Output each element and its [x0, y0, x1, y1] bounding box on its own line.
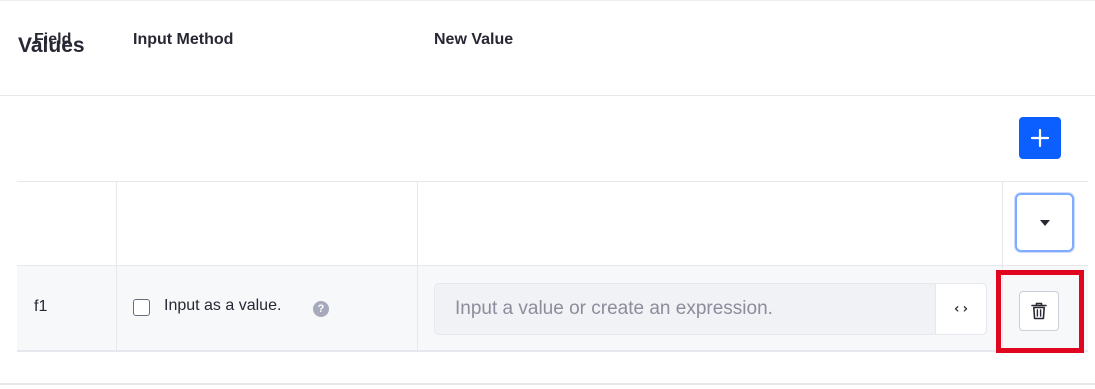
- help-icon[interactable]: ?: [313, 301, 329, 317]
- highlight-annotation: [996, 270, 1084, 353]
- code-icon: ‹›: [952, 301, 970, 317]
- top-divider: [0, 0, 1095, 1]
- column-header-field: Field: [34, 31, 72, 48]
- bottom-divider: [0, 383, 1095, 385]
- field-name-cell: f1: [34, 298, 48, 315]
- column-header-input-method: Input Method: [133, 31, 234, 48]
- input-as-value-label[interactable]: Input as a value.: [164, 297, 281, 315]
- column-header-new-value: New Value: [434, 31, 514, 48]
- plus-icon: [1030, 128, 1050, 148]
- caret-down-icon: [1039, 219, 1050, 226]
- column-divider: [417, 181, 418, 352]
- column-divider: [116, 181, 117, 352]
- input-as-value-checkbox[interactable]: [133, 299, 150, 316]
- section-divider: [0, 95, 1095, 96]
- expression-editor-button[interactable]: ‹›: [935, 283, 987, 335]
- add-value-button[interactable]: [1019, 117, 1061, 159]
- column-options-dropdown-button[interactable]: [1015, 193, 1074, 252]
- table-header-row: [17, 181, 1088, 266]
- new-value-input[interactable]: [434, 283, 936, 335]
